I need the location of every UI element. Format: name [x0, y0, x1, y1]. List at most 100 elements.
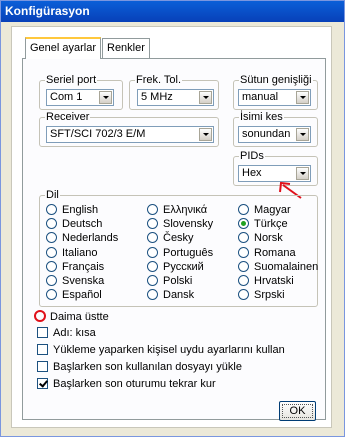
language-radio[interactable]: Türkçe [238, 218, 288, 231]
language-radio[interactable]: Suomalainen [238, 261, 318, 274]
radio-circle-icon[interactable] [46, 289, 57, 300]
language-radio[interactable]: Español [46, 289, 102, 302]
column-width-select[interactable]: manual [238, 89, 311, 106]
tab-general-settings[interactable]: Genel ayarlar [25, 37, 102, 59]
always-on-top-option[interactable]: Daima üstte [34, 310, 109, 323]
language-radio[interactable]: Magyar [238, 204, 291, 217]
language-radio[interactable]: Русский [147, 261, 204, 274]
language-radio-label: Deutsch [62, 218, 103, 230]
frek-tol-value: 5 MHz [141, 91, 173, 103]
language-radio[interactable]: Dansk [147, 289, 194, 302]
language-radio[interactable]: Français [46, 261, 104, 274]
serial-port-label: Seriel port [45, 74, 98, 86]
language-radio[interactable]: Ελληνικά [147, 204, 207, 217]
radio-circle-icon[interactable] [147, 289, 158, 300]
chevron-down-icon[interactable] [199, 91, 212, 104]
load-last-file-label: Başlarken son kullanılan dosyayı yükle [53, 361, 242, 373]
chevron-down-icon[interactable] [296, 167, 309, 180]
language-radio-label: Magyar [254, 204, 291, 216]
receiver-value: SFT/SCI 702/3 E/M [50, 128, 146, 140]
chevron-down-icon[interactable] [199, 128, 212, 141]
language-radio-label: Slovensky [163, 218, 214, 230]
name-cut-value: sonundan [242, 128, 291, 140]
serial-port-select[interactable]: Com 1 [46, 89, 114, 106]
language-radio-label: Srpski [254, 289, 285, 301]
ok-button[interactable]: OK [279, 401, 316, 421]
language-radio-label: Dansk [163, 289, 195, 301]
always-on-top-label: Daima üstte [50, 311, 109, 323]
frek-tol-label: Frek. Tol. [135, 74, 183, 86]
radio-circle-icon[interactable] [238, 218, 249, 229]
chevron-down-icon[interactable] [296, 91, 309, 104]
restore-session-option[interactable]: Başlarken son oturumu tekrar kur [37, 378, 216, 391]
language-radio[interactable]: Deutsch [46, 218, 102, 231]
language-radio[interactable]: Português [147, 247, 213, 260]
name-cut-label: İsimi kes [239, 111, 284, 123]
chevron-down-icon[interactable] [296, 128, 309, 141]
radio-circle-icon[interactable] [238, 261, 249, 272]
ok-label: OK [289, 405, 306, 417]
radio-circle-icon[interactable] [147, 204, 158, 215]
language-label: Dil [45, 189, 60, 201]
radio-circle-icon[interactable] [46, 218, 57, 229]
use-personal-option[interactable]: Yükleme yaparken kişisel uydu ayarlarını… [37, 344, 285, 357]
restore-session-checkbox[interactable] [37, 378, 48, 389]
language-radio-label: Svenska [62, 275, 105, 287]
radio-circle-icon[interactable] [238, 275, 249, 286]
restore-session-label: Başlarken son oturumu tekrar kur [53, 378, 216, 390]
radio-circle-icon[interactable] [46, 261, 57, 272]
radio-circle-icon[interactable] [46, 275, 57, 286]
radio-circle-icon[interactable] [238, 247, 249, 258]
name-cut-select[interactable]: sonundan [238, 126, 311, 143]
language-radio-label: Français [62, 261, 105, 273]
radio-circle-icon[interactable] [238, 232, 249, 243]
red-circle-icon [34, 310, 46, 322]
language-radio[interactable]: Italiano [46, 247, 97, 260]
language-radio-label: Romana [254, 247, 296, 259]
receiver-select[interactable]: SFT/SCI 702/3 E/M [46, 126, 214, 143]
load-last-file-option[interactable]: Başlarken son kullanılan dosyayı yükle [37, 361, 242, 374]
language-radio[interactable]: Slovensky [147, 218, 213, 231]
use-personal-checkbox[interactable] [37, 344, 48, 355]
radio-circle-icon[interactable] [147, 218, 158, 229]
load-last-file-checkbox[interactable] [37, 361, 48, 372]
chevron-down-icon[interactable] [99, 91, 112, 104]
language-radio[interactable]: Svenska [46, 275, 104, 288]
short-name-checkbox[interactable] [37, 327, 48, 338]
radio-circle-icon[interactable] [238, 289, 249, 300]
radio-circle-icon[interactable] [46, 232, 57, 243]
language-radio-label: Nederlands [62, 232, 119, 244]
language-radio-label: Русский [163, 261, 204, 273]
language-radio-label: Česky [163, 232, 194, 244]
radio-circle-icon[interactable] [147, 232, 158, 243]
frek-tol-select[interactable]: 5 MHz [137, 89, 214, 106]
short-name-label: Adı: kısa [53, 327, 96, 339]
language-radio[interactable]: English [46, 204, 98, 217]
language-radio-label: Polski [163, 275, 193, 287]
language-radio-label: Português [163, 247, 214, 259]
language-radio-label: Hrvatski [254, 275, 294, 287]
radio-circle-icon[interactable] [46, 247, 57, 258]
language-radio[interactable]: Romana [238, 247, 296, 260]
language-radio-label: English [62, 204, 99, 216]
radio-circle-icon[interactable] [46, 204, 57, 215]
language-radio-label: Italiano [62, 247, 98, 259]
column-width-label: Sütun genişliği [239, 74, 313, 86]
title-bar: Konfigürasyon [1, 1, 344, 22]
language-radio[interactable]: Nederlands [46, 232, 118, 245]
tab-colors[interactable]: Renkler [102, 38, 150, 58]
language-radio-label: Español [62, 289, 102, 301]
pids-label: PIDs [239, 150, 265, 162]
short-name-option[interactable]: Adı: kısa [37, 327, 96, 340]
radio-circle-icon[interactable] [238, 204, 249, 215]
column-width-value: manual [242, 91, 279, 103]
language-radio[interactable]: Česky [147, 232, 194, 245]
radio-circle-icon[interactable] [147, 275, 158, 286]
language-radio[interactable]: Hrvatski [238, 275, 294, 288]
language-radio-label: Türkçe [254, 218, 288, 230]
radio-circle-icon[interactable] [147, 247, 158, 258]
radio-circle-icon[interactable] [147, 261, 158, 272]
language-radio[interactable]: Norsk [238, 232, 283, 245]
language-radio[interactable]: Polski [147, 275, 192, 288]
language-radio[interactable]: Srpski [238, 289, 285, 302]
